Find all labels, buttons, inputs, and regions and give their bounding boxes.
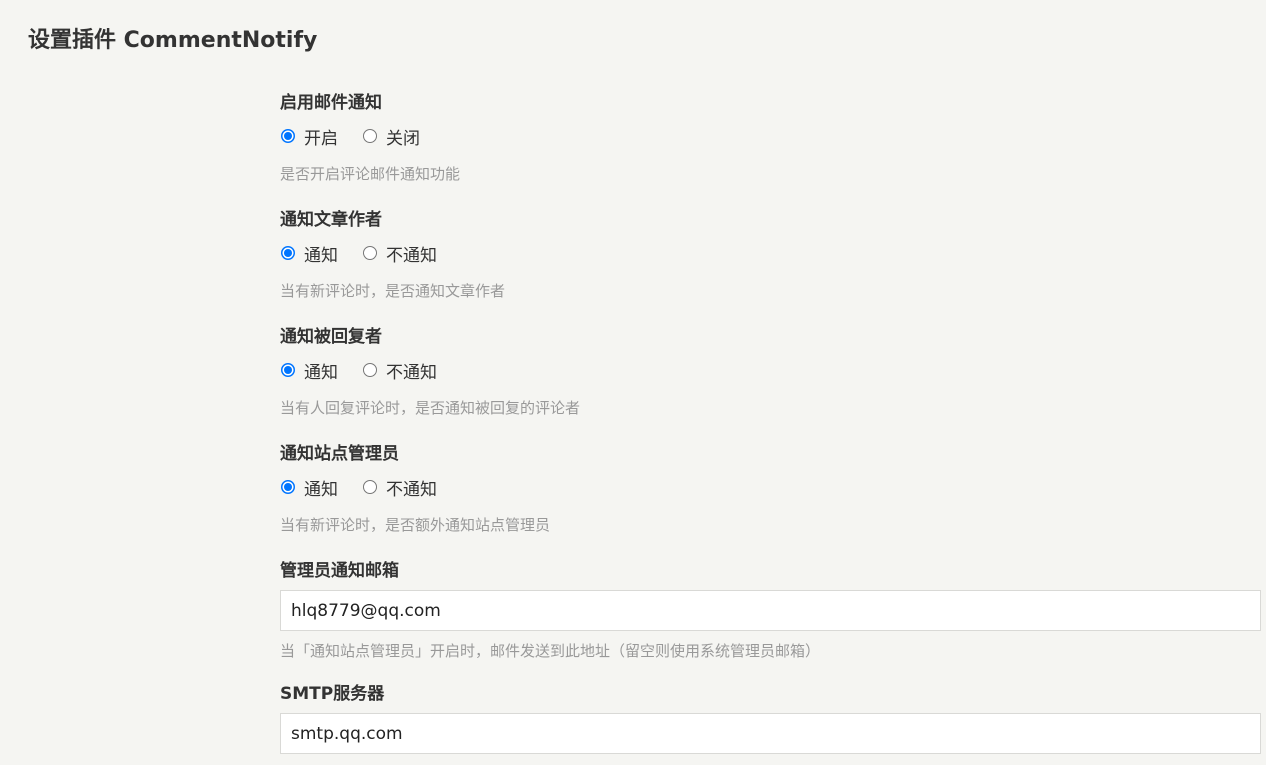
notify-replied-label: 通知被回复者 [280,327,382,347]
enable-mail-option-off[interactable]: 关闭 [362,124,420,149]
radio-unchecked-icon[interactable] [363,480,377,494]
notify-admin-hint: 当有新评论时，是否额外通知站点管理员 [280,516,551,534]
radio-label: 不通知 [386,362,437,383]
smtp-server-input[interactable] [280,713,1261,754]
admin-email-field: 管理员通知邮箱 当「通知站点管理员」开启时，邮件发送到此地址（留空则使用系统管理… [280,556,1261,679]
radio-label: 开启 [304,128,338,149]
notify-author-option-yes[interactable]: 通知 [280,241,338,266]
notify-replied-option-no[interactable]: 不通知 [362,358,437,383]
radio-label: 不通知 [386,245,437,266]
enable-mail-label: 启用邮件通知 [280,93,382,113]
notify-admin-field: 通知站点管理员 通知 不通知 当有新评论时，是否额外通知站点管理员 [280,439,1261,556]
radio-unchecked-icon[interactable] [363,129,377,143]
admin-email-input[interactable] [280,590,1261,631]
page-title: 设置插件 CommentNotify [28,28,318,53]
notify-author-field: 通知文章作者 通知 不通知 当有新评论时，是否通知文章作者 [280,205,1261,322]
radio-label: 通知 [304,362,338,383]
notify-replied-option-yes[interactable]: 通知 [280,358,338,383]
notify-author-option-no[interactable]: 不通知 [362,241,437,266]
radio-label: 关闭 [386,128,420,149]
notify-author-label: 通知文章作者 [280,210,382,230]
notify-author-radio-group: 通知 不通知 [280,235,1261,271]
notify-admin-radio-group: 通知 不通知 [280,469,1261,505]
notify-admin-option-no[interactable]: 不通知 [362,475,437,500]
radio-label: 通知 [304,245,338,266]
notify-replied-radio-group: 通知 不通知 [280,352,1261,388]
radio-unchecked-icon[interactable] [363,246,377,260]
admin-email-label: 管理员通知邮箱 [280,561,399,581]
enable-mail-field: 启用邮件通知 开启 关闭 是否开启评论邮件通知功能 [280,88,1261,205]
smtp-server-field: SMTP服务器 [280,679,1261,754]
radio-checked-icon[interactable] [281,129,295,143]
enable-mail-radio-group: 开启 关闭 [280,118,1261,154]
enable-mail-option-on[interactable]: 开启 [280,124,338,149]
notify-replied-hint: 当有人回复评论时，是否通知被回复的评论者 [280,399,581,417]
notify-author-hint: 当有新评论时，是否通知文章作者 [280,282,506,300]
radio-label: 不通知 [386,479,437,500]
radio-label: 通知 [304,479,338,500]
smtp-server-label: SMTP服务器 [280,684,385,704]
radio-checked-icon[interactable] [281,246,295,260]
radio-checked-icon[interactable] [281,480,295,494]
radio-unchecked-icon[interactable] [363,363,377,377]
settings-form: 启用邮件通知 开启 关闭 是否开启评论邮件通知功能 通知文章作者 通知 不通知 … [280,88,1261,754]
admin-email-hint: 当「通知站点管理员」开启时，邮件发送到此地址（留空则使用系统管理员邮箱） [280,642,821,660]
notify-admin-option-yes[interactable]: 通知 [280,475,338,500]
enable-mail-hint: 是否开启评论邮件通知功能 [280,165,461,183]
plugin-settings-page: 设置插件 CommentNotify 启用邮件通知 开启 关闭 是否开启评论邮件… [0,0,1266,765]
radio-checked-icon[interactable] [281,363,295,377]
notify-admin-label: 通知站点管理员 [280,444,399,464]
notify-replied-field: 通知被回复者 通知 不通知 当有人回复评论时，是否通知被回复的评论者 [280,322,1261,439]
